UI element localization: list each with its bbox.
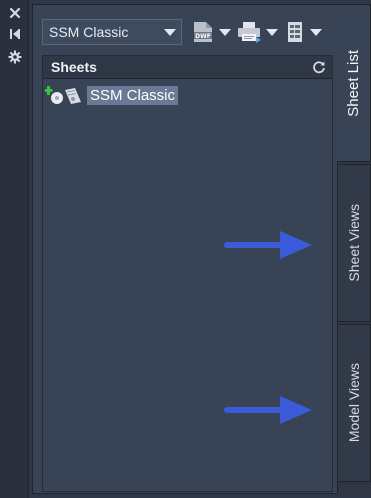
sheet-set-manager-palette: SSM Classic DWF Sheets SSM Classic Sheet… [0,0,371,498]
publish-dwf-icon: DWF [194,22,212,42]
sheet-list-table-icon [288,22,302,42]
printer-icon [238,22,261,43]
tab-model-views[interactable]: Model Views [338,324,371,482]
sheet-set-icon [44,85,85,106]
tree-item-label: SSM Classic [87,86,179,105]
tab-label: Sheet Views [346,204,362,282]
tab-label: Sheet List [345,49,362,117]
publish-dwf-button[interactable]: DWF [191,19,231,45]
chevron-down-icon [219,28,231,36]
close-icon[interactable] [5,4,25,22]
tab-sheet-views[interactable]: Sheet Views [338,164,371,322]
arrow-icon [224,231,312,259]
sheets-panel: Sheets SSM Classic [42,55,333,492]
sheets-panel-header: Sheets [43,56,332,79]
toolbar: SSM Classic DWF [33,5,337,49]
chevron-down-icon [266,28,278,36]
chevron-down-icon [310,28,322,36]
sheet-set-dropdown[interactable]: SSM Classic [42,19,182,45]
chevron-down-icon [164,29,176,36]
arrow-icon [224,396,312,424]
sheet-list-table-button[interactable] [284,19,322,45]
gear-icon[interactable] [5,48,25,66]
auto-hide-icon[interactable] [5,25,25,43]
sheet-tree[interactable]: SSM Classic [43,80,332,491]
publish-plot-button[interactable] [236,19,278,45]
panel-title: Sheets [51,59,97,75]
tab-label: Model Views [346,363,362,443]
sheet-set-dropdown-value: SSM Classic [49,24,129,40]
tab-sheet-list[interactable]: Sheet List [337,4,371,162]
palette-title-bar[interactable] [0,0,29,498]
tree-item-sheet-set[interactable]: SSM Classic [44,85,179,106]
refresh-icon[interactable] [311,59,327,75]
publish-dwf-text: DWF [195,33,211,40]
side-tabs: Sheet List Sheet Views Model Views [337,4,371,494]
